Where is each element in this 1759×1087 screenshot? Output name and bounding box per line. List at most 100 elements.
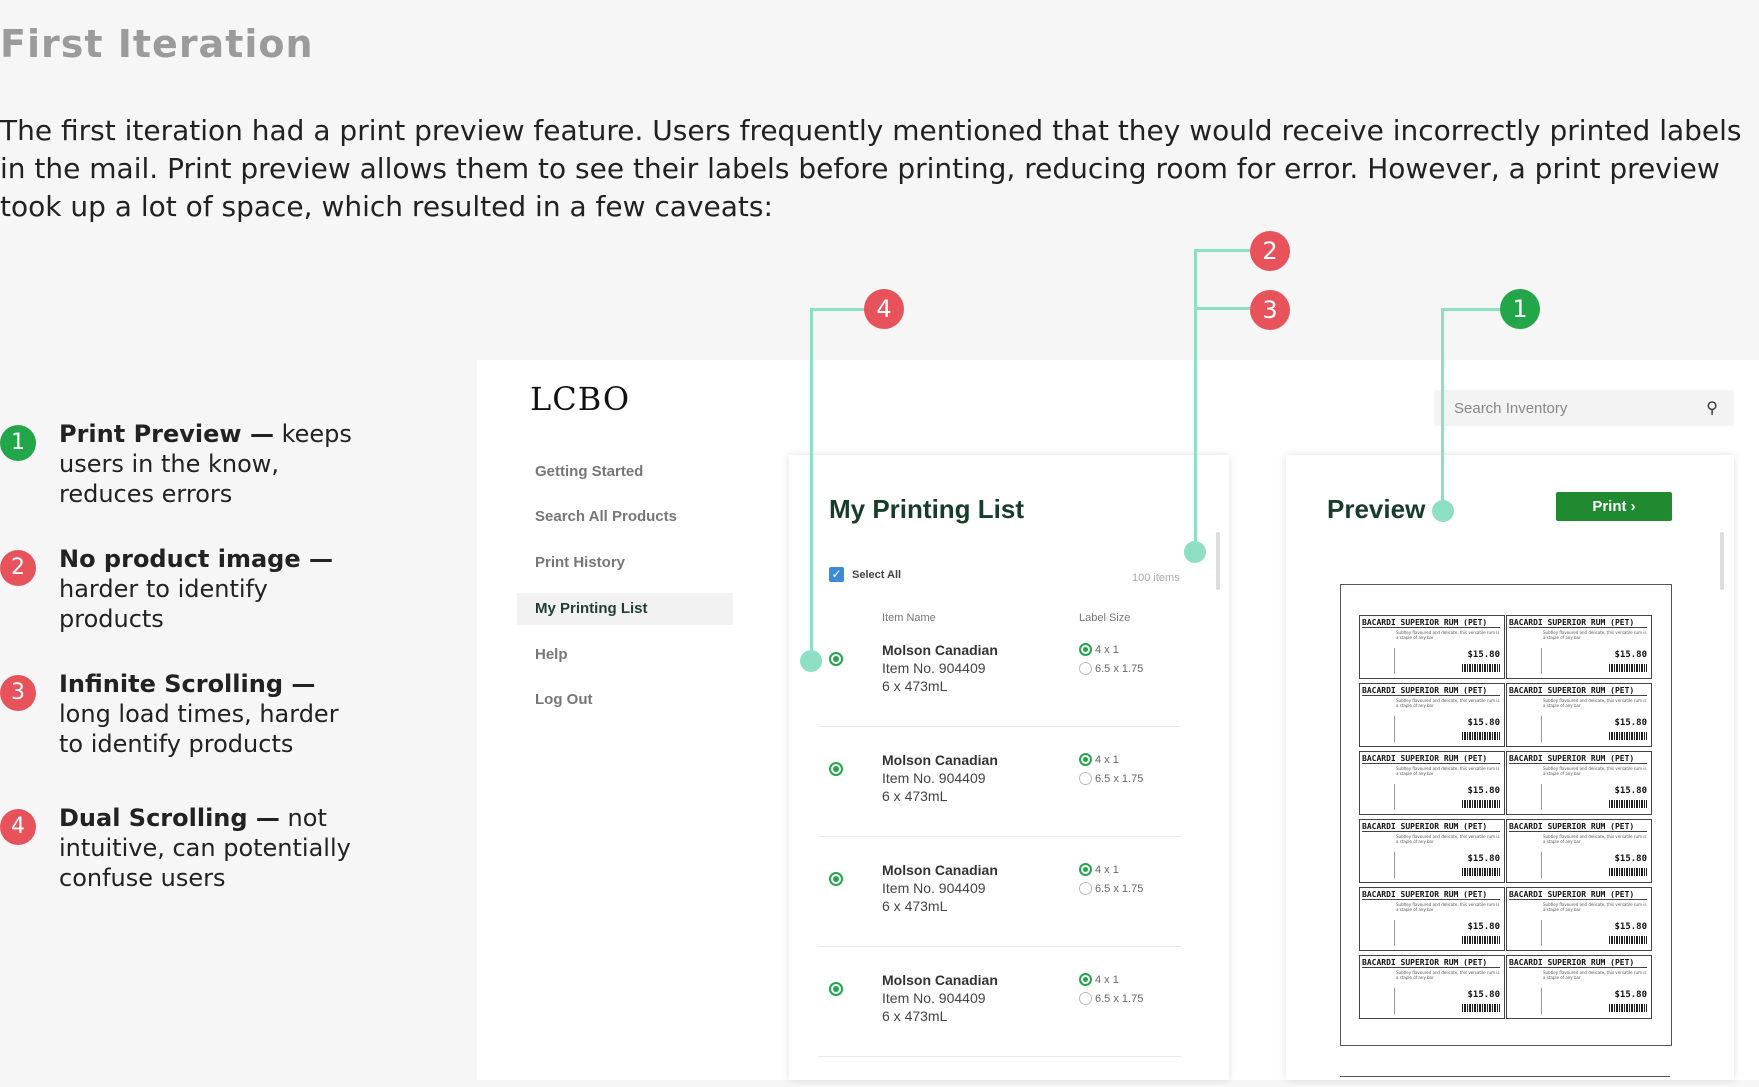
printing-list-card: [789, 455, 1229, 1080]
lcbo-logo: LCBO: [530, 380, 631, 418]
annotation-line-2-h: [1194, 249, 1252, 252]
annotation-line-3-h: [1194, 307, 1252, 310]
barcode-icon: [1609, 664, 1647, 672]
barcode-icon: [1462, 936, 1500, 944]
row-select-radio[interactable]: [829, 652, 843, 666]
caveat-number: 4: [0, 809, 36, 845]
label-product-name: BACARDI SUPERIOR RUM (PET): [1509, 618, 1647, 628]
row-select-radio[interactable]: [829, 762, 843, 776]
select-all-checkbox[interactable]: ✓: [829, 567, 844, 582]
size-option-6.5x1.75[interactable]: 6.5 x 1.75: [1079, 772, 1143, 785]
col-label-size: Label Size: [1079, 612, 1131, 624]
annotation-line-4-h: [810, 308, 870, 311]
label-details-box: [1362, 784, 1395, 810]
label-details-box: [1509, 920, 1542, 946]
annotation-line-4: [810, 310, 813, 660]
barcode-icon: [1462, 868, 1500, 876]
nav-help[interactable]: Help: [517, 639, 733, 671]
label-price: $15.80: [1467, 990, 1500, 1000]
nav-log-out[interactable]: Log Out: [517, 684, 733, 716]
label-details-box: [1362, 852, 1395, 878]
barcode-icon: [1609, 800, 1647, 808]
nav-my-printing-list[interactable]: My Printing List: [517, 593, 733, 625]
select-all-label: Select All: [852, 569, 902, 581]
product-name: Molson Canadian: [882, 642, 998, 658]
print-label-preview: BACARDI SUPERIOR RUM (PET) Subtley flavou…: [1506, 751, 1652, 815]
size-option-6.5x1.75[interactable]: 6.5 x 1.75: [1079, 662, 1143, 675]
barcode-icon: [1609, 936, 1647, 944]
label-details-box: [1362, 988, 1395, 1014]
preview-scrollbar[interactable]: [1720, 532, 1724, 590]
barcode-icon: [1462, 800, 1500, 808]
size-option-4x1[interactable]: 4 x 1: [1079, 863, 1119, 876]
label-product-name: BACARDI SUPERIOR RUM (PET): [1362, 822, 1500, 832]
product-name: Molson Canadian: [882, 972, 998, 988]
page-title: First Iteration: [0, 22, 314, 66]
barcode-icon: [1462, 732, 1500, 740]
annotation-badge-4: 4: [864, 289, 904, 329]
row-divider: [818, 726, 1181, 727]
annotation-badge-3: 3: [1250, 290, 1290, 330]
size-option-6.5x1.75[interactable]: 6.5 x 1.75: [1079, 882, 1143, 895]
nav-getting-started[interactable]: Getting Started: [517, 456, 733, 488]
list-scrollbar[interactable]: [1216, 532, 1220, 590]
label-description: Subtley flavoured and delicate, this ver…: [1396, 630, 1500, 640]
intro-paragraph: The first iteration had a print preview …: [0, 114, 1742, 223]
product-name: Molson Canadian: [882, 752, 998, 768]
annotation-line-1: [1441, 310, 1444, 510]
item-number: Item No. 904409: [882, 660, 986, 676]
label-description: Subtley flavoured and delicate, this ver…: [1396, 766, 1500, 776]
item-number: Item No. 904409: [882, 880, 986, 896]
print-label-preview: BACARDI SUPERIOR RUM (PET) Subtley flavou…: [1359, 751, 1505, 815]
caveat-heading: Dual Scrolling —: [59, 804, 280, 832]
label-details-box: [1362, 920, 1395, 946]
row-divider: [818, 946, 1181, 947]
annotation-dot-2-3: [1184, 541, 1206, 563]
barcode-icon: [1609, 1004, 1647, 1012]
print-label-preview: BACARDI SUPERIOR RUM (PET) Subtley flavou…: [1506, 955, 1652, 1019]
annotation-line-2-3: [1194, 251, 1197, 549]
label-sheet-next: [1340, 1076, 1670, 1087]
label-price: $15.80: [1614, 922, 1647, 932]
size-option-4x1[interactable]: 4 x 1: [1079, 753, 1119, 766]
label-description: Subtley flavoured and delicate, this ver…: [1543, 766, 1647, 776]
nav-search-all-products[interactable]: Search All Products: [517, 501, 733, 533]
pack-size: 6 x 473mL: [882, 678, 948, 694]
label-details-box: [1509, 784, 1542, 810]
label-details-box: [1509, 988, 1542, 1014]
label-price: $15.80: [1467, 786, 1500, 796]
annotation-badge-2: 2: [1250, 231, 1290, 271]
caveat-heading: Infinite Scrolling —: [59, 670, 316, 698]
row-divider: [818, 1056, 1181, 1057]
print-label-preview: BACARDI SUPERIOR RUM (PET) Subtley flavou…: [1506, 819, 1652, 883]
annotation-badge-1: 1: [1500, 289, 1540, 329]
label-price: $15.80: [1467, 650, 1500, 660]
label-description: Subtley flavoured and delicate, this ver…: [1396, 902, 1500, 912]
annotation-line-1-h: [1441, 308, 1501, 311]
barcode-icon: [1462, 664, 1500, 672]
nav-print-history[interactable]: Print History: [517, 547, 733, 579]
caveat-number: 3: [0, 675, 36, 711]
size-option-4x1[interactable]: 4 x 1: [1079, 973, 1119, 986]
label-description: Subtley flavoured and delicate, this ver…: [1396, 834, 1500, 844]
row-select-radio[interactable]: [829, 872, 843, 886]
item-number: Item No. 904409: [882, 990, 986, 1006]
col-item-name: Item Name: [882, 612, 936, 624]
label-price: $15.80: [1614, 786, 1647, 796]
barcode-icon: [1462, 1004, 1500, 1012]
caveat-number: 2: [0, 550, 36, 586]
size-option-6.5x1.75[interactable]: 6.5 x 1.75: [1079, 992, 1143, 1005]
search-icon[interactable]: ⚲: [1706, 398, 1718, 417]
row-select-radio[interactable]: [829, 982, 843, 996]
label-product-name: BACARDI SUPERIOR RUM (PET): [1362, 958, 1500, 968]
caveat-number: 1: [0, 425, 36, 461]
label-product-name: BACARDI SUPERIOR RUM (PET): [1362, 754, 1500, 764]
label-product-name: BACARDI SUPERIOR RUM (PET): [1509, 754, 1647, 764]
print-button[interactable]: Print ›: [1556, 492, 1672, 521]
label-description: Subtley flavoured and delicate, this ver…: [1543, 902, 1647, 912]
barcode-icon: [1609, 868, 1647, 876]
label-description: Subtley flavoured and delicate, this ver…: [1396, 970, 1500, 980]
size-option-4x1[interactable]: 4 x 1: [1079, 643, 1119, 656]
search-input[interactable]: Search Inventory ⚲: [1434, 390, 1734, 426]
pack-size: 6 x 473mL: [882, 1008, 948, 1024]
